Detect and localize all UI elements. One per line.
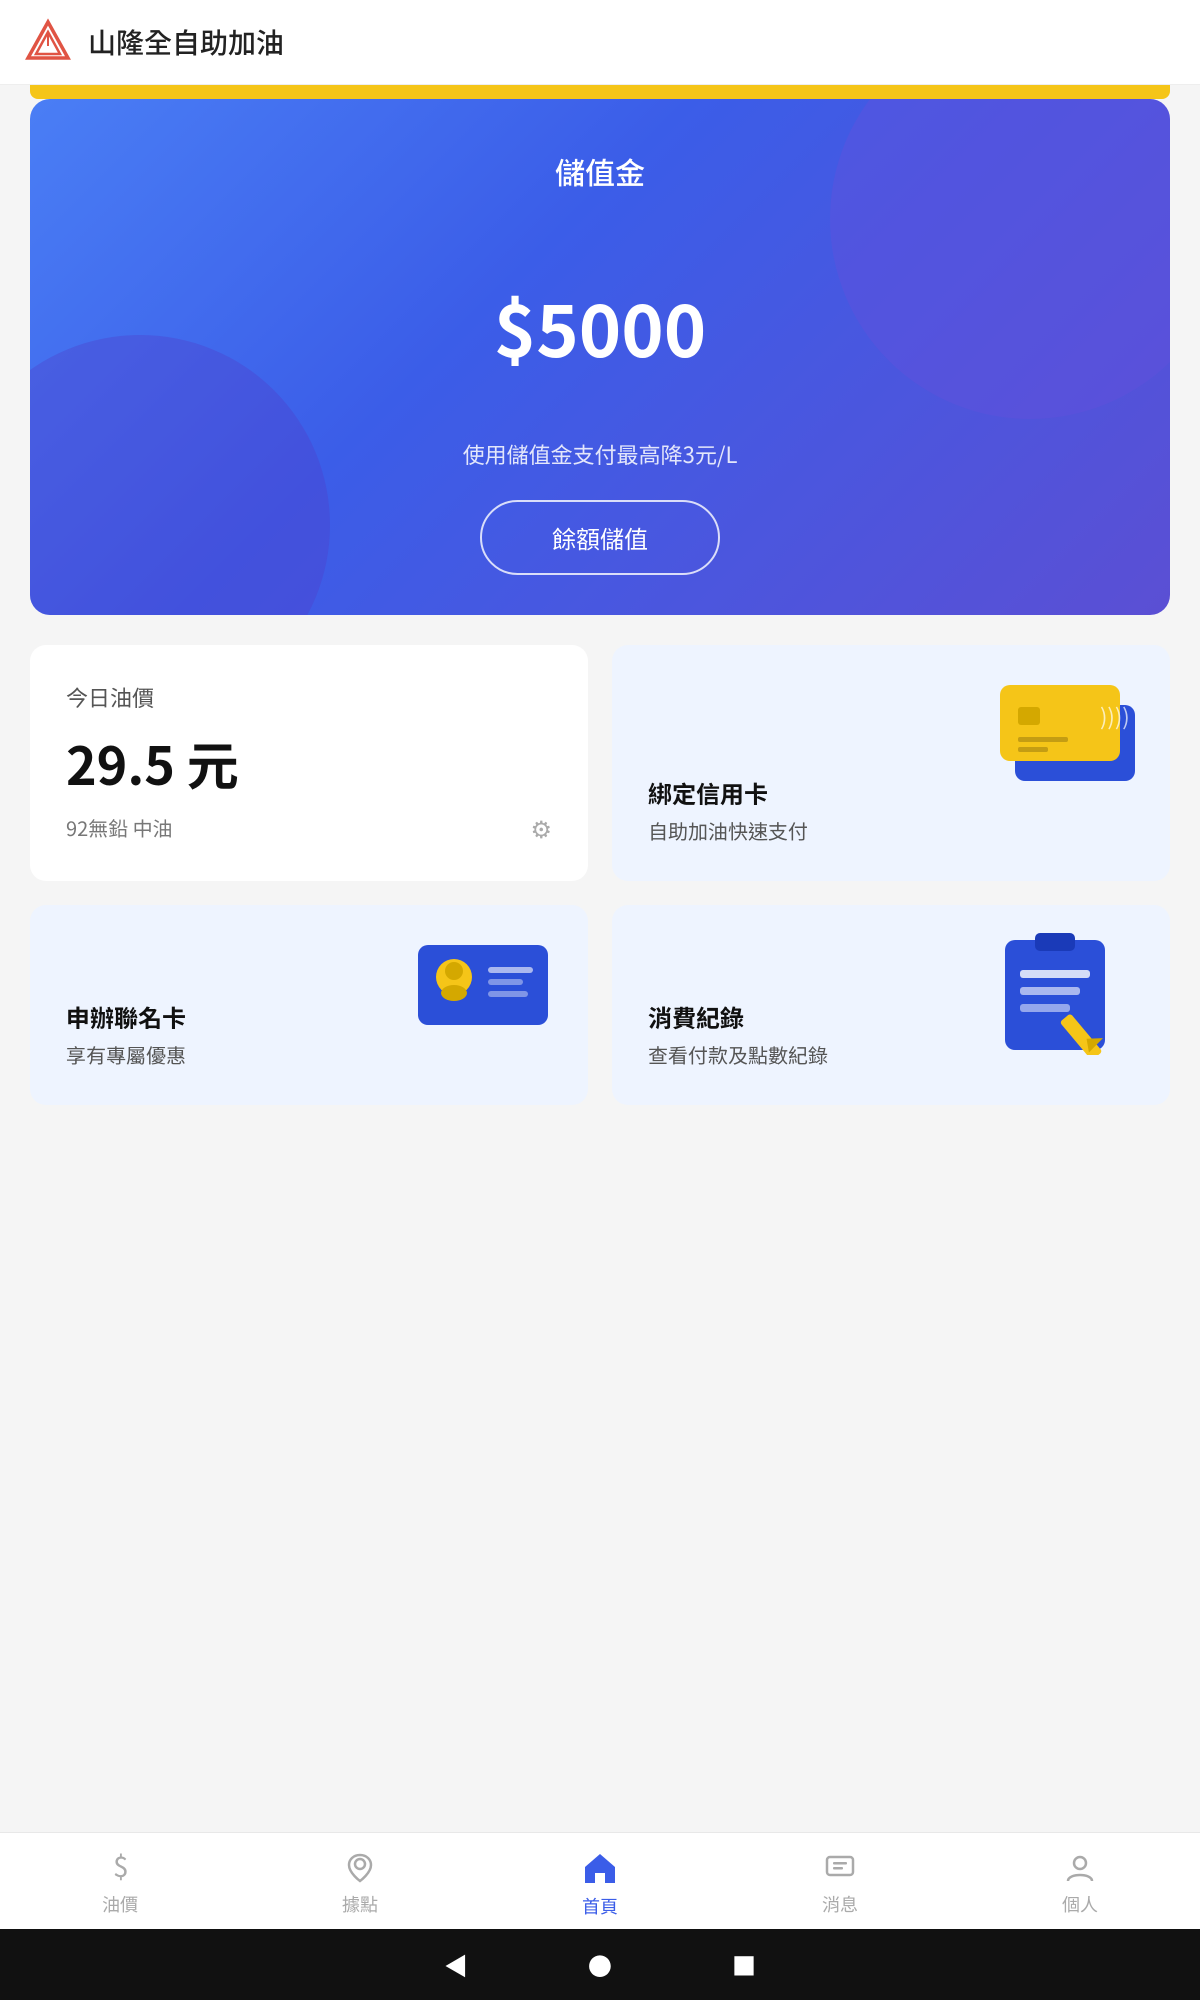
message-icon bbox=[823, 1851, 857, 1885]
record-icon-area bbox=[990, 925, 1150, 1055]
svg-text:$: $ bbox=[113, 1851, 129, 1885]
location-icon bbox=[343, 1851, 377, 1885]
oil-price-value: 29.5 元 bbox=[66, 725, 552, 800]
membership-icon-area bbox=[408, 925, 568, 1055]
nav-item-home[interactable]: 首頁 bbox=[540, 1849, 660, 1919]
android-recent-button[interactable]: ■ bbox=[732, 1947, 756, 1982]
balance-title: 儲值金 bbox=[555, 149, 645, 193]
nav-label-profile: 個人 bbox=[1062, 1891, 1098, 1917]
oil-price-sub: 92無鉛 中油 ⚙ bbox=[66, 810, 552, 845]
app-logo-icon bbox=[24, 18, 72, 66]
nav-label-location: 據點 bbox=[342, 1891, 378, 1917]
nav-item-oil[interactable]: $ 油價 bbox=[60, 1851, 180, 1917]
record-icon bbox=[990, 925, 1130, 1055]
feature-row-2: 申辦聯名卡 享有專屬優惠 消費紀錄 bbox=[30, 905, 1170, 1105]
nav-label-home: 首頁 bbox=[582, 1893, 618, 1919]
oil-price-sub-text: 92無鉛 中油 bbox=[66, 813, 173, 842]
nav-item-message[interactable]: 消息 bbox=[780, 1851, 900, 1917]
app-header: 山隆全自助加油 bbox=[0, 0, 1200, 85]
membership-card-feature[interactable]: 申辦聯名卡 享有專屬優惠 bbox=[30, 905, 588, 1105]
credit-card-desc: 自助加油快速支付 bbox=[648, 816, 1134, 845]
bottom-nav: $ 油價 據點 首頁 消息 個人 bbox=[0, 1832, 1200, 1929]
membership-card-icon bbox=[408, 925, 568, 1045]
app-title: 山隆全自助加油 bbox=[88, 22, 284, 62]
android-nav-bar: ◀ ● ■ bbox=[0, 1929, 1200, 2000]
nav-label-oil: 油價 bbox=[102, 1891, 138, 1917]
nav-label-message: 消息 bbox=[822, 1891, 858, 1917]
settings-icon[interactable]: ⚙ bbox=[530, 810, 552, 845]
topup-button[interactable]: 餘額儲值 bbox=[480, 500, 720, 575]
android-back-button[interactable]: ◀ bbox=[444, 1947, 468, 1982]
dollar-icon: $ bbox=[103, 1851, 137, 1885]
svg-text:)))): )))) bbox=[1100, 700, 1130, 732]
oil-price-card[interactable]: 今日油價 29.5 元 92無鉛 中油 ⚙ bbox=[30, 645, 588, 881]
oil-price-label: 今日油價 bbox=[66, 681, 552, 713]
person-icon bbox=[1063, 1851, 1097, 1885]
credit-card-icon-area: )))) bbox=[990, 665, 1150, 795]
feature-row-1: 今日油價 29.5 元 92無鉛 中油 ⚙ )))) bbox=[30, 645, 1170, 881]
android-home-button[interactable]: ● bbox=[588, 1947, 612, 1982]
balance-amount: $5000 bbox=[494, 273, 706, 378]
balance-description: 使用儲值金支付最高降3元/L bbox=[463, 438, 738, 470]
yellow-accent-bar bbox=[30, 85, 1170, 99]
main-content: 儲值金 $5000 使用儲值金支付最高降3元/L 餘額儲值 今日油價 29.5 … bbox=[0, 99, 1200, 1832]
home-icon bbox=[581, 1849, 619, 1887]
nav-item-profile[interactable]: 個人 bbox=[1020, 1851, 1140, 1917]
balance-card: 儲值金 $5000 使用儲值金支付最高降3元/L 餘額儲值 bbox=[30, 99, 1170, 615]
credit-card-feature[interactable]: )))) 綁定信用卡 自助加油快速支付 bbox=[612, 645, 1170, 881]
nav-item-location[interactable]: 據點 bbox=[300, 1851, 420, 1917]
credit-card-icon: )))) bbox=[990, 665, 1150, 795]
record-feature[interactable]: 消費紀錄 查看付款及點數紀錄 bbox=[612, 905, 1170, 1105]
